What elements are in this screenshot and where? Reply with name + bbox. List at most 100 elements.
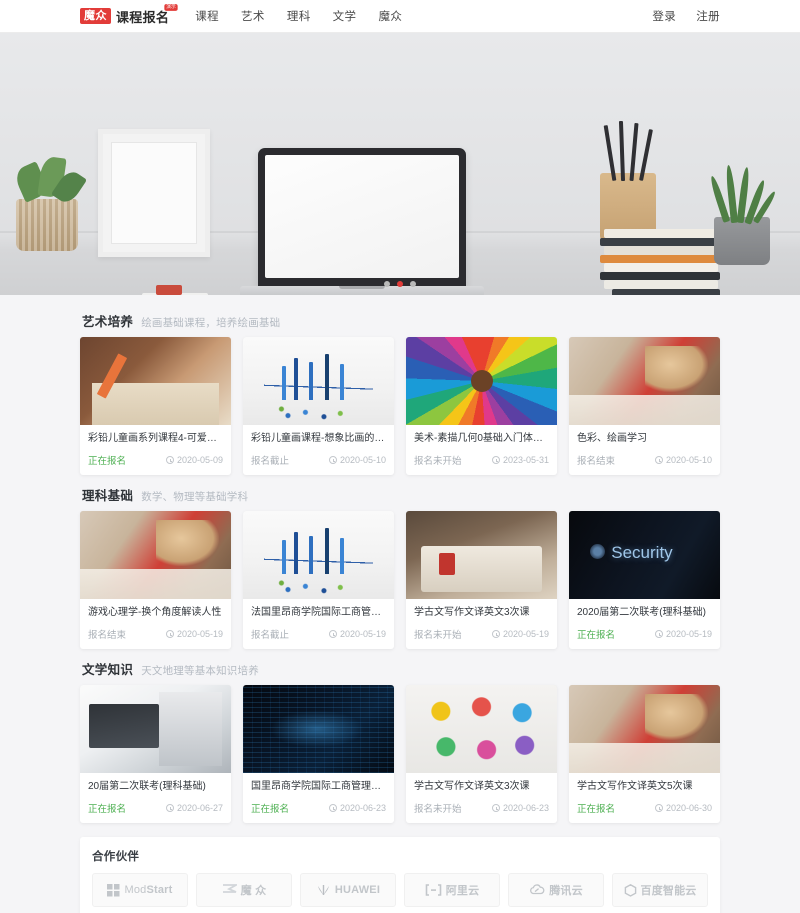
section-subtitle: 数学、物理等基础学科 [141, 491, 249, 503]
course-card[interactable]: 法国里昂商学院国际工商管理本科招生... 报名截止 2020-05-19 [243, 511, 394, 649]
huawei-flower-icon [317, 884, 329, 895]
course-title: 彩铅儿童画课程-想象比画的像更有益 [251, 433, 386, 444]
laptop-icon [258, 148, 466, 288]
course-thumbnail [80, 337, 231, 425]
register-link[interactable]: 注册 [696, 8, 720, 24]
course-date: 2020-06-23 [491, 803, 549, 813]
grid-squares-icon [107, 883, 120, 896]
course-title: 2020届第二次联考(理科基础) [577, 607, 706, 618]
partner-modstart[interactable]: ModStart [92, 873, 188, 907]
course-date: 2023-05-31 [491, 455, 549, 465]
plant-right-icon [714, 217, 770, 265]
course-date: 2020-05-19 [328, 629, 386, 639]
section-subtitle: 天文地理等基本知识培养 [141, 665, 259, 677]
carousel-dot-3[interactable] [410, 281, 416, 287]
course-date: 2020-06-27 [165, 803, 223, 813]
section-title: 艺术培养 [82, 315, 134, 329]
partner-huawei[interactable]: HUAWEI [300, 873, 396, 907]
course-grid-science: 游戏心理学-换个角度解读人性 报名结束 2020-05-19 法国里昂商学院国际… [80, 511, 720, 649]
nav-item-courses[interactable]: 课程 [195, 8, 219, 24]
course-title: 美术-素描几何0基础入门体系课程 [414, 433, 549, 444]
partner-label: ModStart [124, 884, 173, 896]
course-card[interactable]: 美术-素描几何0基础入门体系课程 报名未开始 2023-05-31 [406, 337, 557, 475]
section-title: 理科基础 [82, 489, 134, 503]
nav-item-art[interactable]: 艺术 [241, 8, 265, 24]
mozhong-mark-icon [222, 883, 237, 893]
clock-icon [328, 804, 337, 812]
status-badge: 报名未开始 [414, 630, 462, 641]
carousel-dot-1[interactable] [384, 281, 390, 287]
course-date: 2020-05-09 [165, 455, 223, 465]
clock-icon [165, 804, 174, 812]
carousel-dots [384, 281, 416, 287]
login-link[interactable]: 登录 [652, 8, 676, 24]
course-thumbnail [80, 685, 231, 773]
clock-icon [654, 804, 663, 812]
status-badge: 正在报名 [577, 804, 616, 815]
course-title: 色彩、绘画学习 [577, 433, 647, 444]
partner-baidu-ai-cloud[interactable]: 百度智能云 [612, 873, 708, 907]
partner-aliyun[interactable]: 阿里云 [404, 873, 500, 907]
course-title: 国里昂商学院国际工商管理本科招生项... [251, 781, 386, 792]
course-card[interactable]: 彩铅儿童画课程-想象比画的像更有益 报名截止 2020-05-10 [243, 337, 394, 475]
brand-demo-badge: 演示 [164, 3, 178, 11]
course-date: 2020-06-23 [328, 803, 386, 813]
partner-mozhong[interactable]: 魔 众 [196, 873, 292, 907]
status-badge: 正在报名 [251, 804, 290, 815]
clock-icon [491, 456, 500, 464]
brand-mark: 魔众 [80, 7, 111, 25]
nav-item-literature[interactable]: 文学 [333, 8, 357, 24]
course-date: 2020-05-19 [491, 629, 549, 639]
course-thumbnail [406, 685, 557, 773]
course-thumbnail [80, 511, 231, 599]
course-card[interactable]: 学古文写作文译英文5次课 正在报名 2020-06-30 [569, 685, 720, 823]
course-title: 学古文写作文译英文3次课 [414, 607, 530, 618]
clock-icon [491, 630, 500, 638]
course-card[interactable]: 20届第二次联考(理科基础) 正在报名 2020-06-27 [80, 685, 231, 823]
clock-icon [328, 630, 337, 638]
course-date: 2020-05-19 [165, 629, 223, 639]
course-title: 彩铅儿童画系列课程4-可爱的玩具 [88, 433, 223, 444]
course-title: 游戏心理学-换个角度解读人性 [88, 607, 222, 618]
course-card[interactable]: 国里昂商学院国际工商管理本科招生项... 正在报名 2020-06-23 [243, 685, 394, 823]
clock-icon [654, 456, 663, 464]
partners-panel: 合作伙伴 ModStart 魔 众 HUAWEI 阿里云 腾讯云 百度智能云 [80, 837, 720, 913]
course-card[interactable]: 色彩、绘画学习 报名结束 2020-05-10 [569, 337, 720, 475]
account-nav: 登录 注册 [652, 8, 720, 24]
course-date: 2020-06-30 [654, 803, 712, 813]
status-badge: 正在报名 [88, 456, 127, 467]
course-thumbnail [243, 511, 394, 599]
course-card[interactable]: 游戏心理学-换个角度解读人性 报名结束 2020-05-19 [80, 511, 231, 649]
course-card[interactable]: 2020届第二次联考(理科基础) 正在报名 2020-05-19 [569, 511, 720, 649]
status-badge: 报名截止 [251, 630, 290, 641]
course-thumbnail [569, 511, 720, 599]
brand-name: 课程报名 [116, 9, 170, 25]
clock-icon [328, 456, 337, 464]
course-title: 法国里昂商学院国际工商管理本科招生... [251, 607, 386, 618]
baidu-hex-icon [624, 883, 636, 897]
tencent-cloud-icon [530, 884, 545, 895]
brand-logo[interactable]: 魔众 课程报名 演示 [80, 3, 178, 26]
clock-icon [654, 630, 663, 638]
picture-frame-icon [98, 129, 210, 257]
course-card[interactable]: 学古文写作文译英文3次课 报名未开始 2020-06-23 [406, 685, 557, 823]
course-grid-literature: 20届第二次联考(理科基础) 正在报名 2020-06-27 国里昂商学院国际工… [80, 685, 720, 823]
course-grid-art: 彩铅儿童画系列课程4-可爱的玩具 正在报名 2020-05-09 彩铅儿童画课程… [80, 337, 720, 475]
partner-tencent-cloud[interactable]: 腾讯云 [508, 873, 604, 907]
primary-nav: 课程 艺术 理科 文学 魔众 [195, 8, 402, 24]
nav-item-science[interactable]: 理科 [287, 8, 311, 24]
status-badge: 报名结束 [88, 630, 127, 641]
main-content: 艺术培养 绘画基础课程，培养绘画基础 彩铅儿童画系列课程4-可爱的玩具 正在报名… [80, 295, 720, 913]
course-title: 学古文写作文译英文5次课 [577, 781, 693, 792]
nav-item-mozhong[interactable]: 魔众 [378, 8, 402, 24]
course-card[interactable]: 彩铅儿童画系列课程4-可爱的玩具 正在报名 2020-05-09 [80, 337, 231, 475]
hero-carousel[interactable] [0, 33, 800, 295]
section-header-art: 艺术培养 绘画基础课程，培养绘画基础 [80, 301, 720, 337]
hero-banner-image [0, 33, 800, 295]
partner-label: 魔 众 [240, 885, 267, 897]
partner-label: HUAWEI [334, 884, 381, 896]
carousel-dot-2[interactable] [397, 281, 403, 287]
alibaba-bracket-icon [425, 884, 441, 896]
section-subtitle: 绘画基础课程，培养绘画基础 [141, 317, 281, 329]
course-card[interactable]: 学古文写作文译英文3次课 报名未开始 2020-05-19 [406, 511, 557, 649]
